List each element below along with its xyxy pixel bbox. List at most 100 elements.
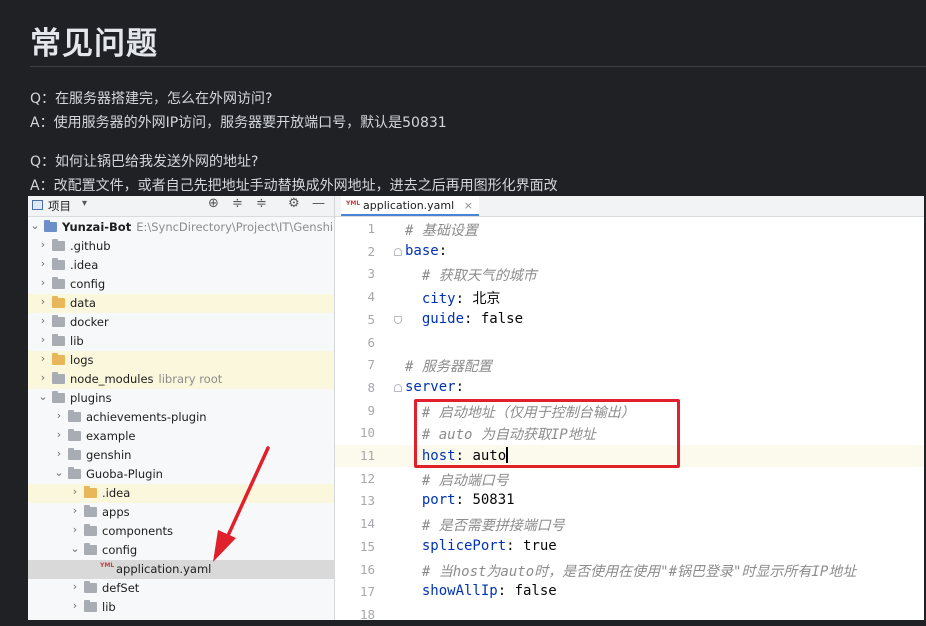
tree-item[interactable]: › lib [28, 598, 334, 617]
tree-item-name: lib [102, 600, 116, 614]
code-line[interactable]: guide: false [405, 311, 523, 327]
chevron-right-icon[interactable]: › [38, 257, 48, 270]
chevron-right-icon[interactable]: › [38, 295, 48, 308]
tree-item[interactable]: YML application.yaml [28, 560, 334, 579]
chevron-right-icon[interactable]: › [38, 276, 48, 289]
tree-item[interactable]: › .idea [28, 484, 334, 503]
tree-item-name: data [70, 296, 96, 310]
chevron-right-icon[interactable]: › [38, 314, 48, 327]
chevron-right-icon[interactable]: › [54, 409, 64, 422]
tree-item[interactable]: › components [28, 522, 334, 541]
yaml-separator: : [438, 242, 448, 259]
tree-item-label: docker [70, 315, 109, 329]
code-comment: # 是否需要拼接端口号 [421, 518, 565, 535]
yaml-file-icon: YML [346, 200, 361, 207]
chevron-down-icon[interactable]: ⌄ [54, 466, 64, 479]
tree-item[interactable]: ⌄ plugins [28, 389, 334, 408]
tree-item[interactable]: › .idea [28, 256, 334, 275]
chevron-down-icon[interactable]: ⌄ [38, 390, 48, 403]
hide-icon[interactable]: — [312, 196, 325, 211]
close-icon[interactable]: × [464, 199, 473, 212]
tree-item[interactable]: ⌄ Guoba-Plugin [28, 465, 334, 484]
tab-application-yaml[interactable]: YML application.yaml × [341, 196, 479, 216]
tree-item[interactable]: › defSet [28, 579, 334, 598]
code-line[interactable]: city: 北京 [405, 288, 501, 308]
code-line[interactable]: showAllIp: false [405, 583, 557, 599]
tree-item-name: plugins [70, 391, 112, 405]
tree-item-label: lib [70, 334, 84, 348]
tree-item-label: apps [102, 505, 130, 519]
chevron-right-icon[interactable]: › [70, 485, 80, 498]
line-number: 11 [359, 448, 375, 463]
chevron-right-icon[interactable]: › [70, 599, 80, 612]
gear-icon[interactable]: ⚙ [288, 196, 300, 211]
chevron-right-icon[interactable]: › [70, 580, 80, 593]
line-number: 3 [367, 266, 375, 282]
page-title: 常见问题 [30, 26, 158, 62]
tab-label: application.yaml [363, 199, 455, 212]
tree-item[interactable]: ⌄ Yunzai-Bot E:\SyncDirectory\Project\IT\G… [28, 218, 334, 237]
chevron-down-icon[interactable]: ⌄ [30, 219, 40, 232]
question-2: Q：如何让锅巴给我发送外网的地址? [30, 154, 259, 170]
code-line[interactable]: # 基础设置 [405, 220, 478, 240]
tree-item-name: lib [70, 334, 84, 348]
code-line[interactable]: base: [405, 243, 447, 259]
folder-icon [52, 391, 65, 403]
folder-icon [84, 524, 97, 536]
tree-item[interactable]: › genshin [28, 446, 334, 465]
collapse-all-icon[interactable]: ≑ [256, 196, 267, 211]
tree-item[interactable]: › config [28, 275, 334, 294]
tree-item[interactable]: › apps [28, 503, 334, 522]
folder-icon [68, 429, 81, 441]
yaml-separator: : [455, 492, 473, 509]
code-line[interactable]: # 服务器配置 [405, 356, 492, 376]
line-number: 7 [367, 357, 375, 373]
tree-item[interactable]: › node_modules library root [28, 370, 334, 389]
folder-icon [52, 334, 65, 346]
chevron-right-icon[interactable]: › [70, 504, 80, 517]
tree-item[interactable]: › lib [28, 332, 334, 351]
tree-item[interactable]: › achievements-plugin [28, 408, 334, 427]
code-line[interactable]: port: 50831 [405, 492, 515, 508]
fold-marker-icon[interactable] [394, 315, 402, 324]
tree-item-name: Yunzai-Bot [62, 220, 132, 234]
code-line[interactable]: # 是否需要拼接端口号 [405, 515, 565, 535]
chevron-right-icon[interactable]: › [38, 238, 48, 251]
code-line[interactable]: # 当host为auto时，是否使用在使用"#锅巴登录"时显示所有IP地址 [405, 561, 856, 581]
folder-icon [52, 353, 65, 365]
chevron-right-icon[interactable]: › [70, 523, 80, 536]
code-line[interactable]: # 启动端口号 [405, 470, 509, 490]
yaml-separator: : [497, 583, 515, 600]
tree-item-label: defSet [102, 581, 139, 595]
folder-icon [68, 410, 81, 422]
expand-all-icon[interactable]: ≑ [232, 196, 243, 211]
chevron-right-icon[interactable]: › [54, 428, 64, 441]
locate-icon[interactable]: ⊕ [208, 196, 219, 211]
tree-item[interactable]: › example [28, 427, 334, 446]
code-line[interactable]: server: [405, 379, 464, 395]
chevron-right-icon[interactable]: › [38, 333, 48, 346]
fold-marker-icon[interactable] [394, 383, 402, 392]
tree-item[interactable]: › docker [28, 313, 334, 332]
chevron-down-icon[interactable]: ▾ [82, 198, 87, 209]
tree-item[interactable]: › data [28, 294, 334, 313]
chevron-right-icon[interactable]: › [54, 447, 64, 460]
folder-icon [52, 258, 65, 270]
line-number: 10 [359, 425, 375, 441]
tree-item-label: .github [70, 239, 111, 253]
line-number: 9 [367, 402, 375, 418]
code-line[interactable]: splicePort: true [405, 538, 557, 554]
title-divider [30, 66, 926, 67]
chevron-right-icon[interactable]: › [38, 371, 48, 384]
tree-item-label: Yunzai-Bot E:\SyncDirectory\Project\IT\Ge… [62, 220, 334, 234]
code-comment: # 获取天气的城市 [421, 268, 537, 285]
chevron-down-icon[interactable]: ⌄ [70, 542, 80, 555]
yaml-key: guide [421, 310, 465, 327]
chevron-right-icon[interactable]: › [38, 352, 48, 365]
fold-marker-icon[interactable] [394, 247, 402, 256]
project-panel-label[interactable]: 项目 [48, 198, 71, 214]
code-line[interactable]: # 获取天气的城市 [405, 265, 537, 285]
tree-item[interactable]: ⌄ config [28, 541, 334, 560]
tree-item[interactable]: › .github [28, 237, 334, 256]
tree-item[interactable]: › logs [28, 351, 334, 370]
